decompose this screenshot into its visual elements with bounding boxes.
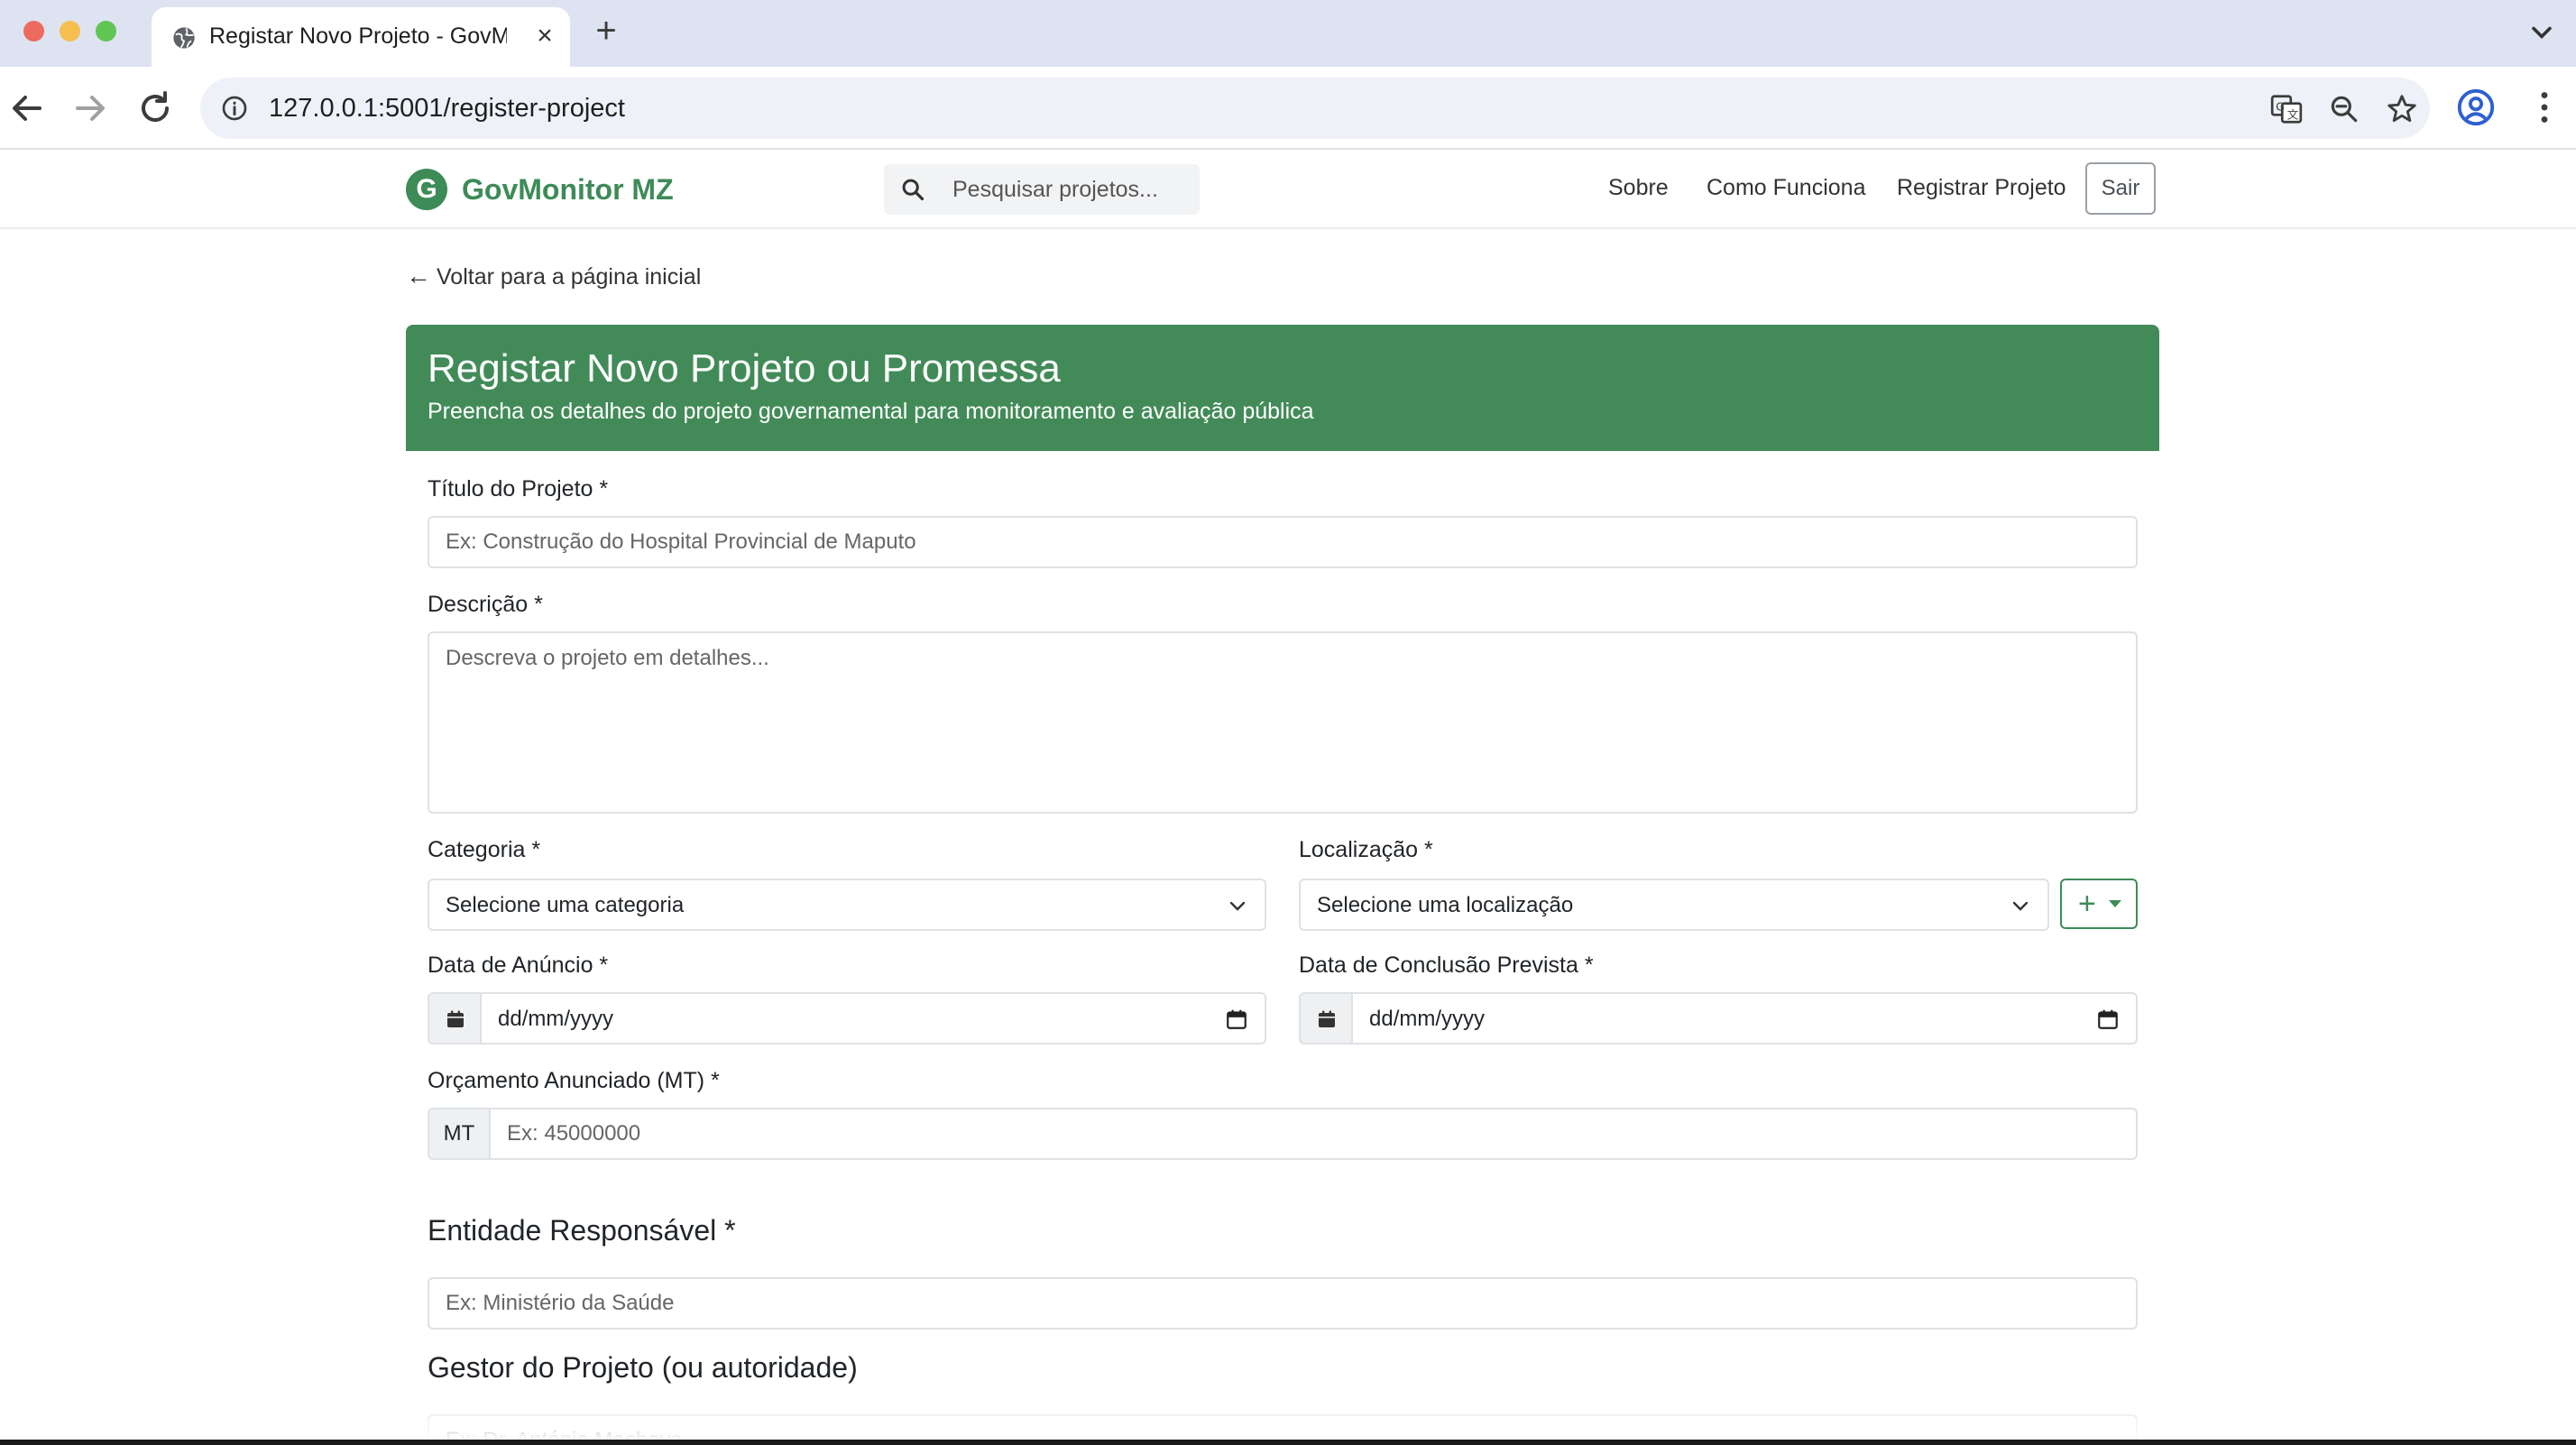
window-maximize-button[interactable] bbox=[96, 21, 116, 41]
reload-icon[interactable] bbox=[133, 87, 177, 130]
location-select[interactable]: Selecione uma localização bbox=[1299, 879, 2049, 931]
back-arrow-icon[interactable] bbox=[5, 87, 49, 130]
url-text: 127.0.0.1:5001/register-project bbox=[269, 94, 625, 123]
project-title-input[interactable] bbox=[428, 516, 2138, 568]
zoom-icon[interactable] bbox=[2327, 92, 2361, 126]
globe-icon bbox=[173, 27, 195, 49]
entity-heading: Entidade Responsável * bbox=[428, 1214, 736, 1247]
manager-heading: Gestor do Projeto (ou autoridade) bbox=[428, 1351, 858, 1384]
chevron-down-icon bbox=[2012, 901, 2029, 911]
brand-name: GovMonitor MZ bbox=[462, 172, 674, 206]
forward-arrow-icon[interactable] bbox=[69, 87, 112, 130]
site-navbar: G GovMonitor MZ Sobre Como Funciona Regi… bbox=[0, 150, 2576, 229]
site-info-icon[interactable] bbox=[220, 94, 249, 123]
location-label: Localização * bbox=[1299, 837, 1433, 862]
responsible-entity-input[interactable] bbox=[428, 1277, 2138, 1330]
site-search bbox=[884, 164, 1200, 215]
back-to-home-link[interactable]: ← Voltar para a página inicial bbox=[406, 262, 701, 290]
window-close-button[interactable] bbox=[23, 21, 44, 41]
brand-logo: G bbox=[406, 169, 447, 210]
tab-search-chevron-icon[interactable] bbox=[2525, 16, 2558, 49]
project-title-label: Título do Projeto * bbox=[428, 476, 609, 502]
browser-tab-active[interactable]: Registar Novo Projeto - GovMonitor MZ × bbox=[152, 7, 570, 67]
announce-date-input[interactable]: dd/mm/yyyy bbox=[480, 992, 1266, 1045]
announce-date-addon bbox=[428, 992, 482, 1045]
completion-date-addon bbox=[1299, 992, 1353, 1045]
budget-label: Orçamento Anunciado (MT) * bbox=[428, 1068, 720, 1093]
new-tab-button[interactable]: + bbox=[586, 13, 626, 52]
nav-link-register-project[interactable]: Registrar Projeto bbox=[1897, 175, 2066, 201]
scroll-fade-overlay bbox=[0, 1389, 2576, 1440]
category-select[interactable]: Selecione uma categoria bbox=[428, 879, 1266, 931]
nav-link-how-it-works[interactable]: Como Funciona bbox=[1707, 175, 1865, 201]
back-link-label: Voltar para a página inicial bbox=[437, 264, 702, 290]
caret-down-icon bbox=[2109, 900, 2121, 907]
browser-menu-icon[interactable] bbox=[2524, 87, 2565, 128]
plus-icon: + bbox=[2078, 887, 2096, 921]
logout-button[interactable]: Sair bbox=[2085, 162, 2156, 215]
announce-date-value: dd/mm/yyyy bbox=[498, 1007, 614, 1031]
tab-title: Registar Novo Projeto - GovMonitor MZ bbox=[209, 23, 507, 49]
budget-currency-addon: MT bbox=[428, 1108, 491, 1160]
form-card-header: Registar Novo Projeto ou Promessa Preenc… bbox=[406, 325, 2159, 451]
calendar-icon bbox=[447, 1010, 464, 1027]
address-bar[interactable]: 127.0.0.1:5001/register-project G 文 bbox=[200, 78, 2430, 139]
browser-toolbar: 127.0.0.1:5001/register-project G 文 bbox=[0, 67, 2576, 150]
location-select-value: Selecione uma localização bbox=[1317, 893, 1574, 917]
svg-text:G: G bbox=[2276, 100, 2285, 114]
page-title: Registar Novo Projeto ou Promessa bbox=[428, 346, 1061, 391]
completion-date-input[interactable]: dd/mm/yyyy bbox=[1351, 992, 2138, 1045]
chevron-down-icon bbox=[1229, 901, 1246, 911]
window-bottom-edge bbox=[0, 1440, 2576, 1445]
nav-link-about[interactable]: Sobre bbox=[1608, 175, 1669, 201]
browser-tab-bar: Registar Novo Projeto - GovMonitor MZ × … bbox=[0, 0, 2576, 67]
description-textarea[interactable] bbox=[428, 631, 2138, 814]
budget-input[interactable] bbox=[489, 1108, 2138, 1160]
translate-icon[interactable]: G 文 bbox=[2269, 92, 2304, 126]
svg-text:文: 文 bbox=[2287, 107, 2299, 121]
brand-link[interactable]: G GovMonitor MZ bbox=[406, 168, 674, 211]
completion-date-label: Data de Conclusão Prevista * bbox=[1299, 953, 1594, 978]
window-minimize-button[interactable] bbox=[60, 21, 80, 41]
arrow-left-icon: ← bbox=[406, 262, 431, 290]
calendar-picker-icon[interactable] bbox=[1225, 1008, 1248, 1031]
calendar-icon bbox=[1319, 1010, 1335, 1027]
add-location-dropdown-button[interactable]: + bbox=[2060, 879, 2138, 929]
search-input[interactable] bbox=[952, 173, 1187, 206]
announce-date-label: Data de Anúncio * bbox=[428, 953, 609, 978]
tab-close-icon[interactable]: × bbox=[529, 20, 561, 52]
description-label: Descrição * bbox=[428, 592, 543, 617]
calendar-picker-icon[interactable] bbox=[2096, 1008, 2120, 1031]
profile-icon[interactable] bbox=[2455, 87, 2497, 128]
bookmark-star-icon[interactable] bbox=[2385, 92, 2419, 126]
category-select-value: Selecione uma categoria bbox=[446, 893, 685, 917]
search-icon bbox=[902, 179, 925, 201]
category-label: Categoria * bbox=[428, 837, 541, 862]
completion-date-value: dd/mm/yyyy bbox=[1369, 1007, 1486, 1031]
page-subtitle: Preencha os detalhes do projeto governam… bbox=[428, 399, 1314, 424]
